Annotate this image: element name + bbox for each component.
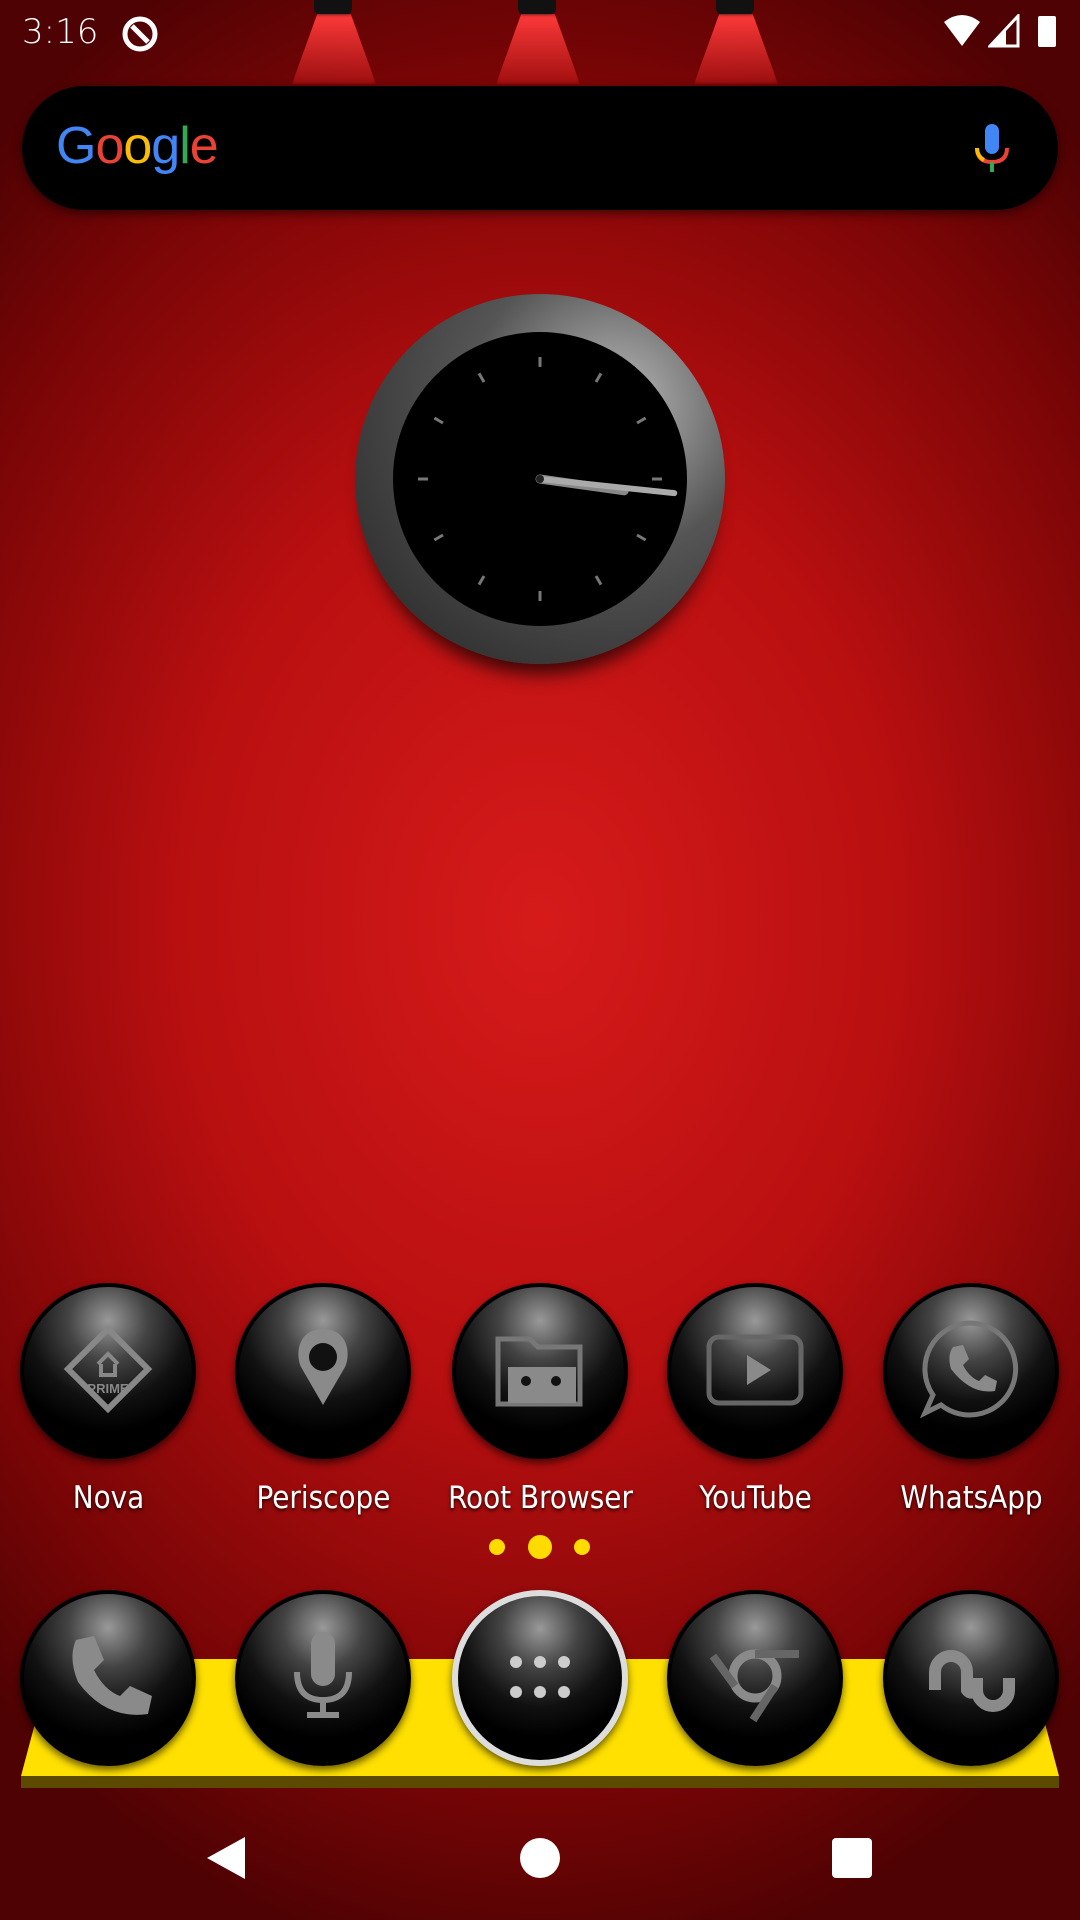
voice-search-icon [263, 1616, 383, 1741]
app-label: Periscope [256, 1480, 391, 1516]
clock-tick [433, 416, 444, 425]
dock-shelf-edge [21, 1776, 1059, 1788]
app-periscope[interactable] [235, 1283, 411, 1459]
stumbleupon-icon [911, 1616, 1031, 1741]
recents-button[interactable] [832, 1838, 872, 1878]
app-label: YouTube [699, 1480, 812, 1516]
mic-icon[interactable] [972, 124, 1012, 174]
app-label: Root Browser [448, 1480, 633, 1516]
page-dot-3[interactable] [574, 1539, 590, 1555]
clock-hands [418, 357, 678, 601]
battery-icon [1038, 16, 1056, 47]
signal-icon [988, 14, 1020, 48]
app-root-browser[interactable] [452, 1283, 628, 1459]
clock-tick [594, 372, 603, 383]
analog-clock-widget[interactable] [355, 294, 725, 664]
clock-tick [636, 416, 647, 425]
nova-prime-icon: PRIME [48, 1309, 168, 1434]
app-label: Nova [72, 1480, 145, 1516]
dock-stumbleupon[interactable] [883, 1590, 1059, 1766]
youtube-icon [695, 1309, 815, 1434]
app-label: WhatsApp [900, 1480, 1043, 1516]
app-nova[interactable]: PRIME [20, 1283, 196, 1459]
clock-tick [477, 575, 486, 586]
phone-icon [48, 1616, 168, 1741]
data-saver-icon [122, 16, 158, 52]
home-button[interactable] [520, 1838, 560, 1878]
clock-tick [433, 533, 444, 542]
dock-chrome[interactable] [667, 1590, 843, 1766]
whatsapp-icon [911, 1309, 1031, 1434]
dock-app-drawer[interactable] [452, 1590, 628, 1766]
app-whatsapp[interactable] [883, 1283, 1059, 1459]
status-time: 3:16 [22, 12, 99, 52]
clock-tick [636, 533, 647, 542]
dock-phone[interactable] [20, 1590, 196, 1766]
clock-face [393, 332, 687, 626]
clock-tick [594, 575, 603, 586]
wifi-icon [944, 15, 980, 46]
root-browser-icon [480, 1309, 600, 1434]
page-dot-2-active[interactable] [528, 1535, 552, 1559]
navigation-bar [0, 1820, 1080, 1920]
back-button[interactable] [205, 1835, 247, 1881]
google-search-bar[interactable]: Google [22, 86, 1058, 210]
app-youtube[interactable] [667, 1283, 843, 1459]
google-logo: Google [56, 117, 219, 175]
periscope-icon [263, 1309, 383, 1434]
clock-tick [477, 372, 486, 383]
dock-voice-search[interactable] [235, 1590, 411, 1766]
app-drawer-icon [480, 1616, 600, 1741]
page-dot-1[interactable] [489, 1539, 505, 1555]
chrome-icon [695, 1616, 815, 1741]
svg-text:PRIME: PRIME [87, 1381, 129, 1396]
